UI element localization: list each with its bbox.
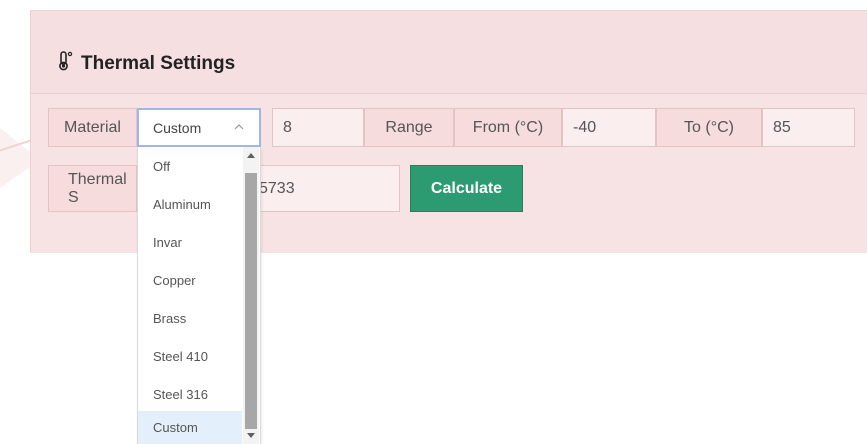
screen: Thermal Settings Material Custom 8 Range… (0, 0, 867, 444)
custom-value-input[interactable]: 8 (272, 108, 364, 147)
dropdown-option-steel-410[interactable]: Steel 410 (138, 337, 242, 375)
dropdown-option-custom[interactable]: Custom (138, 411, 242, 444)
thermometer-icon (57, 51, 73, 77)
to-label: To (°C) (656, 108, 762, 147)
panel-title: Thermal Settings (57, 51, 235, 77)
material-select-value: Custom (153, 119, 202, 136)
dropdown-option-steel-316[interactable]: Steel 316 (138, 375, 242, 413)
range-label: Range (364, 108, 454, 147)
calculate-button[interactable]: Calculate (410, 165, 523, 212)
material-dropdown-list[interactable]: Off Aluminum Invar Copper Brass Steel 41… (137, 147, 261, 444)
dropdown-option-invar[interactable]: Invar (138, 223, 242, 261)
dropdown-option-off[interactable]: Off (138, 147, 242, 185)
panel-header: Thermal Settings (31, 11, 867, 94)
scroll-down-icon[interactable] (247, 433, 255, 438)
dropdown-option-brass[interactable]: Brass (138, 299, 242, 337)
scroll-up-icon[interactable] (247, 153, 255, 158)
dropdown-option-aluminum[interactable]: Aluminum (138, 185, 242, 223)
material-label: Material (48, 108, 137, 147)
dropdown-scrollbar[interactable] (243, 147, 259, 444)
to-input[interactable]: 85 (762, 108, 855, 147)
dropdown-option-copper[interactable]: Copper (138, 261, 242, 299)
from-input[interactable]: -40 (562, 108, 656, 147)
panel-title-text: Thermal Settings (81, 53, 236, 74)
scrollbar-thumb[interactable] (245, 173, 257, 429)
material-select[interactable]: Custom (137, 108, 261, 147)
chevron-up-icon (233, 120, 245, 132)
thermal-label: Thermal S (48, 165, 138, 212)
from-label: From (°C) (454, 108, 562, 147)
